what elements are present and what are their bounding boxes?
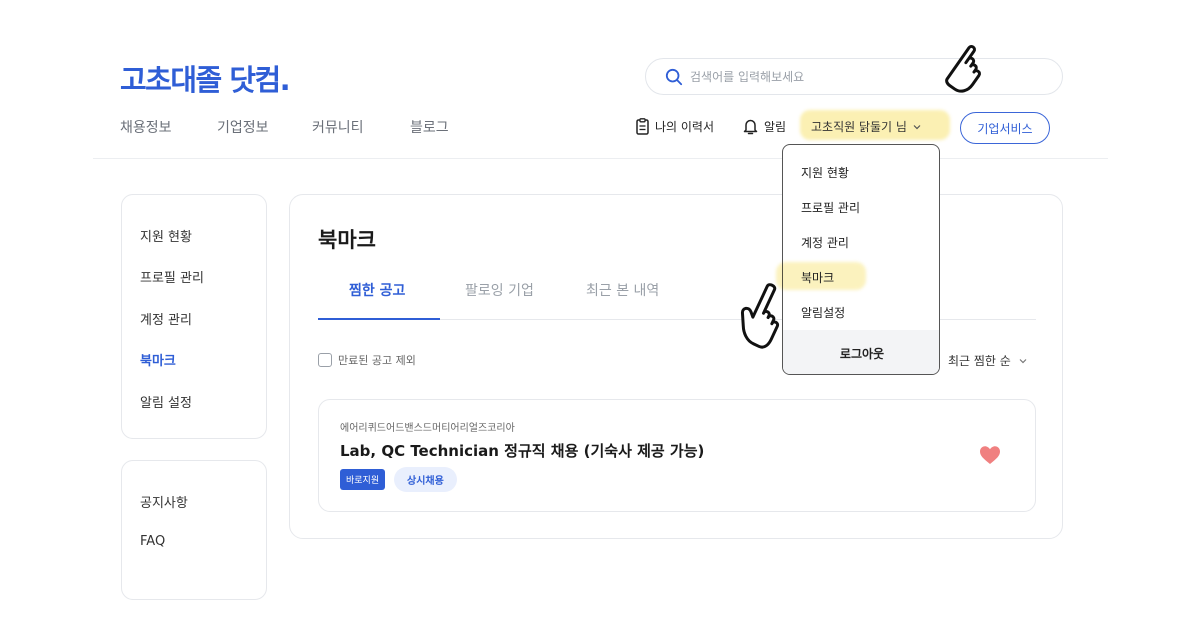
alarm-link[interactable]: 알림 [743,118,786,135]
active-tab-indicator [318,318,440,320]
nav-companies[interactable]: 기업정보 [217,117,269,137]
dropdown-item-account[interactable]: 계정 관리 [801,234,849,251]
pointing-hand-icon [945,44,981,93]
job-card[interactable]: 에어리퀴드어드밴스드머티어리얼즈코리아 Lab, QC Technician 정… [318,399,1036,512]
dropdown-item-profile[interactable]: 프로필 관리 [801,199,860,216]
logout-button[interactable]: 로그아웃 [783,330,939,374]
business-service-button[interactable]: 기업서비스 [960,112,1050,144]
search-icon [665,68,683,86]
clipboard-icon [636,118,649,135]
sort-dropdown[interactable]: 최근 찜한 순 [948,352,1027,369]
my-resume-link[interactable]: 나의 이력서 [636,118,714,135]
dropdown-item-applications[interactable]: 지원 현황 [801,164,849,181]
sidebar-item-faq[interactable]: FAQ [140,534,165,549]
search-bar[interactable] [645,58,1063,95]
dropdown-item-bookmark[interactable]: 북마크 [801,269,834,286]
user-name-label: 고초직원 닭둘기 님 [811,120,907,134]
site-logo[interactable]: 고초대졸 닷컴. [120,57,291,99]
tab-recently-viewed[interactable]: 최근 본 내역 [586,280,659,300]
job-company: 에어리퀴드어드밴스드머티어리얼즈코리아 [340,423,515,434]
sidebar-item-applications[interactable]: 지원 현황 [140,226,192,245]
header-divider [93,158,1108,159]
pointing-hand-icon [740,283,780,349]
exclude-expired-label: 만료된 공고 제외 [338,354,416,367]
user-menu-button[interactable]: 고초직원 닭둘기 님 [811,118,921,135]
sidebar-item-account[interactable]: 계정 관리 [140,309,192,328]
chevron-down-icon [1019,358,1027,363]
tab-following-companies[interactable]: 팔로잉 기업 [465,280,534,300]
sort-label: 최근 찜한 순 [948,354,1011,368]
my-resume-label: 나의 이력서 [655,120,715,134]
bookmark-panel: 북마크 찜한 공고 팔로잉 기업 최근 본 내역 만료된 공고 제외 최근 찜한… [289,194,1063,539]
sidebar-item-bookmark[interactable]: 북마크 [140,350,176,369]
dropdown-item-notification-settings[interactable]: 알림설정 [801,304,845,321]
nav-blog[interactable]: 블로그 [410,117,449,137]
user-dropdown-menu: 지원 현황 프로필 관리 계정 관리 북마크 알림설정 로그아웃 [782,144,940,375]
exclude-expired-filter[interactable]: 만료된 공고 제외 [318,352,416,368]
page-title: 북마크 [318,228,376,252]
heart-icon[interactable] [979,445,1001,465]
quick-apply-badge: 바로지원 [340,469,386,490]
bell-icon [743,119,758,135]
job-title[interactable]: Lab, QC Technician 정규직 채용 (기숙사 제공 가능) [340,440,704,461]
alarm-label: 알림 [764,120,787,134]
tab-bookmarked-jobs[interactable]: 찜한 공고 [349,280,405,300]
sidebar-support: 공지사항 FAQ [121,460,267,600]
nav-community[interactable]: 커뮤니티 [312,117,364,137]
nav-jobs[interactable]: 채용정보 [120,117,172,137]
exclude-expired-checkbox[interactable] [318,353,332,367]
sidebar-menu: 지원 현황 프로필 관리 계정 관리 북마크 알림 설정 [121,194,267,439]
chevron-down-icon [913,124,921,129]
always-hiring-badge: 상시채용 [394,467,457,492]
sidebar-item-notice[interactable]: 공지사항 [140,492,188,511]
sidebar-item-profile[interactable]: 프로필 관리 [140,267,204,286]
sidebar-item-notification-settings[interactable]: 알림 설정 [140,392,192,411]
